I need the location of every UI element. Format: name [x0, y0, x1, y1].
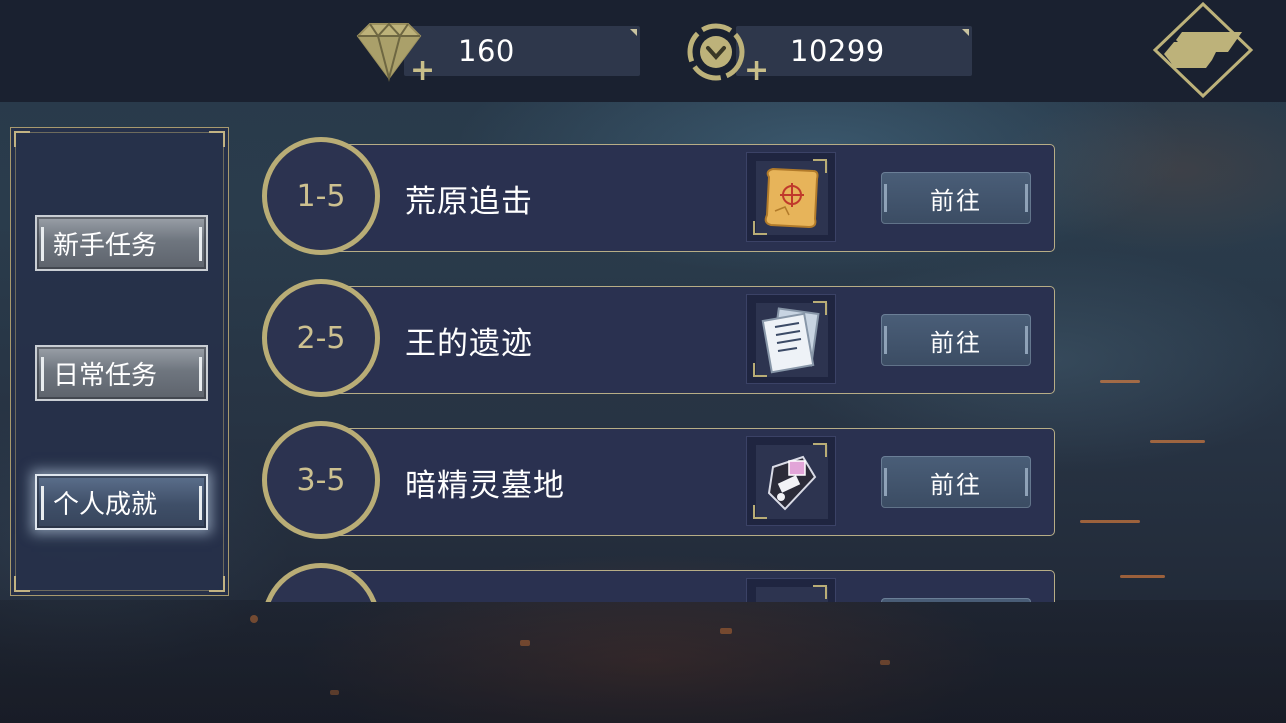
item-bracket [813, 159, 827, 173]
item-bracket [813, 301, 827, 315]
go-button[interactable] [881, 598, 1031, 602]
dark-device-icon [767, 455, 817, 511]
treasure-map-scroll-icon [764, 167, 819, 229]
ember-streak [1120, 575, 1165, 578]
ancient-document-icon [761, 307, 820, 374]
item-bracket [753, 505, 767, 519]
stage-badge: 3-5 [262, 421, 380, 539]
ember-streak [1080, 520, 1140, 523]
go-button[interactable]: 前往 [881, 172, 1031, 224]
quest-name: 荒原追击 [405, 184, 533, 220]
panel-corner [209, 576, 225, 592]
coin-add-icon[interactable]: + [744, 56, 769, 86]
stage-badge: 1-5 [262, 137, 380, 255]
go-button[interactable]: 前往 [881, 314, 1031, 366]
reward-item-slot[interactable] [746, 578, 836, 602]
coin-count: 10299 [790, 34, 885, 68]
go-button-label: 前往 [930, 328, 982, 357]
quest-name: 王的遗迹 [405, 326, 533, 362]
chevron-coin-icon [687, 23, 745, 81]
panel-corner [209, 131, 225, 147]
gem-counter-field [404, 26, 640, 76]
quest-list[interactable]: 1-5 荒原追击 前往 2-5 王的遗迹 前往 3-5 暗精灵墓地 前往 [258, 134, 1058, 602]
top-bar: + 160 + 10299 [0, 0, 1286, 102]
tab-daily-tasks[interactable]: 日常任务 [35, 345, 208, 401]
stage-badge: 2-5 [262, 279, 380, 397]
list-item [258, 560, 1058, 602]
item-bracket [753, 363, 767, 377]
go-button[interactable]: 前往 [881, 456, 1031, 508]
reward-item-slot[interactable] [746, 152, 836, 242]
gem-add-icon[interactable]: + [410, 56, 435, 86]
reward-item-slot[interactable] [746, 436, 836, 526]
gem-currency: + 160 [354, 22, 642, 86]
list-item: 1-5 荒原追击 前往 [258, 134, 1058, 260]
go-button-label: 前往 [930, 470, 982, 499]
ember-streak [1100, 380, 1140, 383]
back-button[interactable] [1152, 1, 1254, 99]
item-bracket [813, 443, 827, 457]
tab-beginner-tasks[interactable]: 新手任务 [35, 215, 208, 271]
ember-streak [1150, 440, 1205, 443]
reward-item-slot[interactable] [746, 294, 836, 384]
coin-currency: + 10299 [686, 23, 976, 86]
tab-personal-achievements[interactable]: 个人成就 [35, 474, 208, 530]
quest-screen: + 160 + 10299 新手任务 日常任务 个人成就 1-5 荒原追击 前往… [0, 0, 1286, 723]
back-arrow-icon [1152, 1, 1254, 99]
go-button-label: 前往 [930, 186, 982, 215]
stage-badge [262, 563, 380, 602]
bottom-shade [0, 600, 1286, 723]
quest-name: 暗精灵墓地 [405, 468, 565, 504]
item-bracket [813, 585, 827, 599]
gem-count: 160 [458, 34, 515, 68]
item-bracket [753, 221, 767, 235]
panel-corner [14, 576, 30, 592]
list-item: 2-5 王的遗迹 前往 [258, 276, 1058, 402]
panel-corner [14, 131, 30, 147]
list-item: 3-5 暗精灵墓地 前往 [258, 418, 1058, 544]
